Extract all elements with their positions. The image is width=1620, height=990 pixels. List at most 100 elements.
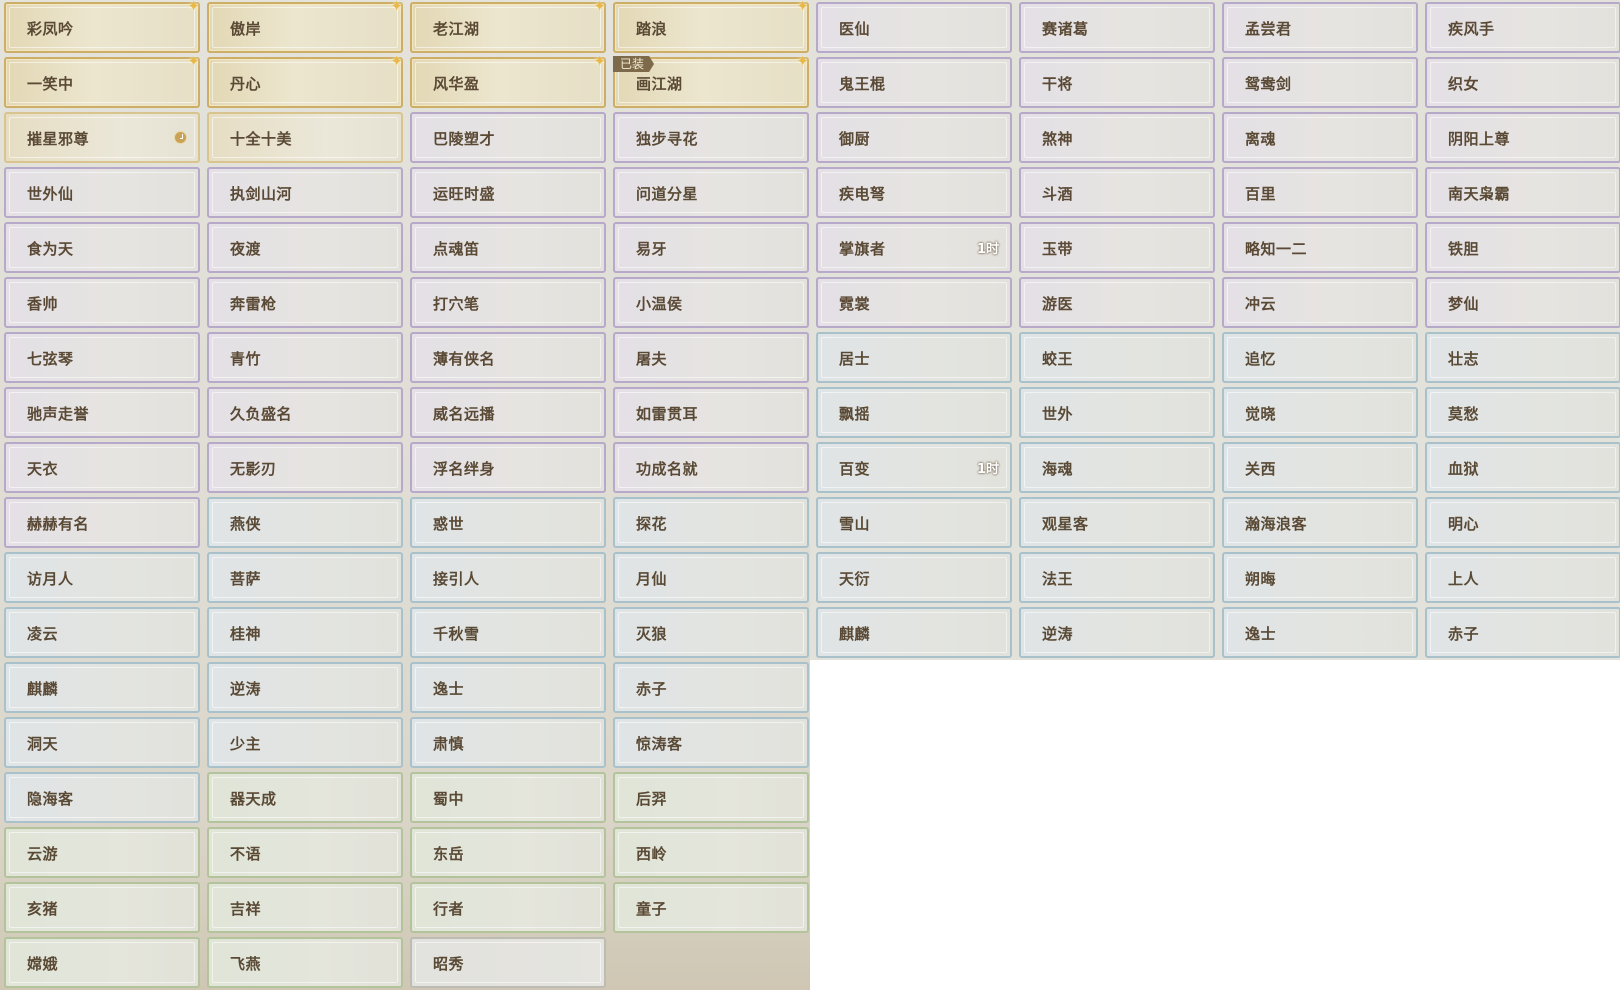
title-card[interactable]: 彩凤吟 ✦ [4, 0, 200, 53]
title-card[interactable]: 逆涛 [1019, 607, 1215, 658]
title-card[interactable]: 七弦琴 [4, 332, 200, 383]
title-card[interactable]: 赫赫有名 [4, 497, 200, 548]
title-card[interactable]: 西岭 [613, 827, 809, 878]
title-card[interactable]: 青竹 [207, 332, 403, 383]
title-card[interactable]: 阴阳上尊 [1425, 112, 1620, 163]
title-card[interactable]: 麒麟 [816, 607, 1012, 658]
title-card[interactable]: 亥猪 [4, 882, 200, 933]
title-card[interactable]: 蜀中 [410, 772, 606, 823]
title-card[interactable]: 画江湖 ✦ 已装 [613, 54, 809, 108]
title-card[interactable]: 少主 [207, 717, 403, 768]
title-card[interactable]: 法王 [1019, 552, 1215, 603]
title-card[interactable]: 燕侠 [207, 497, 403, 548]
title-card[interactable]: 无影刃 [207, 442, 403, 493]
title-card[interactable]: 孟尝君 [1222, 2, 1418, 53]
title-card[interactable]: 莫愁 [1425, 387, 1620, 438]
title-card[interactable]: 嫦娥 [4, 937, 200, 988]
title-card[interactable]: 略知一二 [1222, 222, 1418, 273]
title-card[interactable]: 瀚海浪客 [1222, 497, 1418, 548]
title-card[interactable]: 一笑中 ✦ [4, 54, 200, 108]
title-card[interactable]: 丹心 ✦ [207, 54, 403, 108]
title-card[interactable]: 观星客 [1019, 497, 1215, 548]
title-card[interactable]: 百里 [1222, 167, 1418, 218]
title-card[interactable]: 巴陵塑才 [410, 112, 606, 163]
title-card[interactable]: 霓裳 [816, 277, 1012, 328]
title-card[interactable]: 铁胆 [1425, 222, 1620, 273]
title-card[interactable]: 世外 [1019, 387, 1215, 438]
title-card[interactable]: 薄有侠名 [410, 332, 606, 383]
title-card[interactable]: 童子 [613, 882, 809, 933]
title-card[interactable]: 雪山 [816, 497, 1012, 548]
title-card[interactable]: 追忆 [1222, 332, 1418, 383]
title-card[interactable]: 功成名就 [613, 442, 809, 493]
title-card[interactable]: 威名远播 [410, 387, 606, 438]
title-card[interactable]: 上人 [1425, 552, 1620, 603]
title-card[interactable]: 逸士 [1222, 607, 1418, 658]
title-card[interactable]: 麒麟 [4, 662, 200, 713]
title-card[interactable]: 香帅 [4, 277, 200, 328]
title-card[interactable]: 夜渡 [207, 222, 403, 273]
title-card[interactable]: 吉祥 [207, 882, 403, 933]
title-card[interactable]: 飞燕 [207, 937, 403, 988]
title-card[interactable]: 独步寻花 [613, 112, 809, 163]
title-card[interactable]: 久负盛名 [207, 387, 403, 438]
title-card[interactable]: 梦仙 [1425, 277, 1620, 328]
title-card[interactable]: 关西 [1222, 442, 1418, 493]
title-card[interactable]: 不语 [207, 827, 403, 878]
title-card[interactable]: 打穴笔 [410, 277, 606, 328]
title-card[interactable]: 易牙 [613, 222, 809, 273]
title-card[interactable]: 觉晓 [1222, 387, 1418, 438]
title-card[interactable]: 逆涛 [207, 662, 403, 713]
title-card[interactable]: 摧星邪尊 [4, 112, 200, 163]
title-card[interactable]: 斗酒 [1019, 167, 1215, 218]
title-card[interactable]: 执剑山河 [207, 167, 403, 218]
title-card[interactable]: 明心 [1425, 497, 1620, 548]
title-card[interactable]: 食为天 [4, 222, 200, 273]
title-card[interactable]: 惑世 [410, 497, 606, 548]
title-card[interactable]: 疾风手 [1425, 2, 1620, 53]
title-card[interactable]: 月仙 [613, 552, 809, 603]
title-card[interactable]: 访月人 [4, 552, 200, 603]
title-card[interactable]: 玉带 [1019, 222, 1215, 273]
title-card[interactable]: 赛诸葛 [1019, 2, 1215, 53]
title-card[interactable]: 小温侯 [613, 277, 809, 328]
title-card[interactable]: 东岳 [410, 827, 606, 878]
title-card[interactable]: 凌云 [4, 607, 200, 658]
title-card[interactable]: 奔雷枪 [207, 277, 403, 328]
title-card[interactable]: 行者 [410, 882, 606, 933]
title-card[interactable]: 探花 [613, 497, 809, 548]
title-card[interactable]: 离魂 [1222, 112, 1418, 163]
title-card[interactable]: 冲云 [1222, 277, 1418, 328]
title-card[interactable]: 屠夫 [613, 332, 809, 383]
title-card[interactable]: 百变 1时 [816, 442, 1012, 493]
title-card[interactable]: 云游 [4, 827, 200, 878]
title-card[interactable]: 风华盈 ✦ [410, 54, 606, 108]
title-card[interactable]: 壮志 [1425, 332, 1620, 383]
title-card[interactable]: 天衣 [4, 442, 200, 493]
title-card[interactable]: 器天成 [207, 772, 403, 823]
title-card[interactable]: 天衍 [816, 552, 1012, 603]
title-card[interactable]: 海魂 [1019, 442, 1215, 493]
title-card[interactable]: 南天枭霸 [1425, 167, 1620, 218]
title-card[interactable]: 鬼王棍 [816, 57, 1012, 108]
title-card[interactable]: 干将 [1019, 57, 1215, 108]
title-card[interactable]: 御厨 [816, 112, 1012, 163]
title-card[interactable]: 逸士 [410, 662, 606, 713]
title-card[interactable]: 昭秀 [410, 937, 606, 988]
title-card[interactable]: 隐海客 [4, 772, 200, 823]
title-card[interactable]: 老江湖 ✦ [410, 0, 606, 53]
title-card[interactable]: 问道分星 [613, 167, 809, 218]
title-card[interactable]: 洞天 [4, 717, 200, 768]
title-card[interactable]: 血狱 [1425, 442, 1620, 493]
title-card[interactable]: 鸳鸯剑 [1222, 57, 1418, 108]
title-card[interactable]: 煞神 [1019, 112, 1215, 163]
title-card[interactable]: 十全十美 [207, 112, 403, 163]
title-card[interactable]: 浮名绊身 [410, 442, 606, 493]
title-card[interactable]: 医仙 [816, 2, 1012, 53]
title-card[interactable]: 桂神 [207, 607, 403, 658]
title-card[interactable]: 居士 [816, 332, 1012, 383]
title-card[interactable]: 后羿 [613, 772, 809, 823]
title-card[interactable]: 驰声走誉 [4, 387, 200, 438]
title-card[interactable]: 游医 [1019, 277, 1215, 328]
title-card[interactable]: 接引人 [410, 552, 606, 603]
